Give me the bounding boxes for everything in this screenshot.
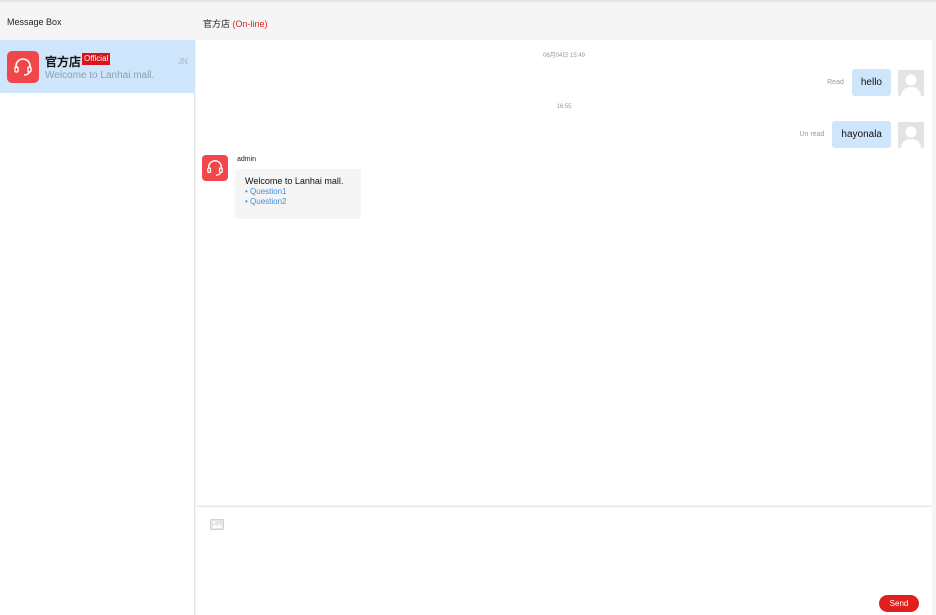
official-badge: Official: [82, 53, 111, 65]
chat-shop-name: 官方店: [203, 19, 231, 29]
image-icon[interactable]: [210, 517, 224, 535]
message-bubble: Welcome to Lanhai mall. • Question1 • Qu…: [235, 169, 361, 219]
message-timestamp: 16:55: [556, 104, 572, 110]
conversation-preview: Welcome to Lanhai mall.: [45, 70, 155, 81]
question-link[interactable]: • Question2: [245, 197, 351, 207]
user-placeholder-icon: [898, 121, 924, 148]
page-edge: [932, 40, 936, 615]
outgoing-message: Un read hayonala: [799, 121, 924, 148]
headset-icon: [202, 155, 228, 181]
top-header: Message Box 官方店 (On-line): [0, 0, 936, 40]
headset-icon: [7, 51, 39, 83]
conversation-name: 官方店: [45, 55, 82, 69]
sender-name: admin: [237, 156, 257, 163]
online-status: (On-line): [232, 19, 268, 29]
message-box-title: Message Box: [7, 17, 62, 27]
welcome-text: Welcome to Lanhai mall.: [245, 176, 344, 186]
message-timestamp: 06月04日 15:49: [542, 53, 586, 59]
message-bubble: hello: [851, 69, 891, 96]
read-status: Read: [827, 79, 844, 86]
chat-title: 官方店 (On-line): [203, 17, 268, 30]
question-link[interactable]: • Question1: [245, 187, 351, 197]
conversation-item[interactable]: 官方店 Official Welcome to Lanhai mall. JN: [0, 40, 195, 93]
message-composer[interactable]: Send: [196, 506, 932, 615]
read-status: Un read: [799, 131, 825, 138]
send-button[interactable]: Send: [879, 595, 919, 612]
user-placeholder-icon: [898, 69, 924, 96]
conversation-time: JN: [178, 57, 188, 66]
conversation-list: 官方店 Official Welcome to Lanhai mall. JN: [0, 40, 195, 615]
outgoing-message: Read hello: [827, 69, 924, 96]
message-bubble: hayonala: [832, 121, 891, 148]
chat-messages[interactable]: 06月04日 15:49 Read hello 16:55 Un read ha…: [196, 40, 932, 505]
